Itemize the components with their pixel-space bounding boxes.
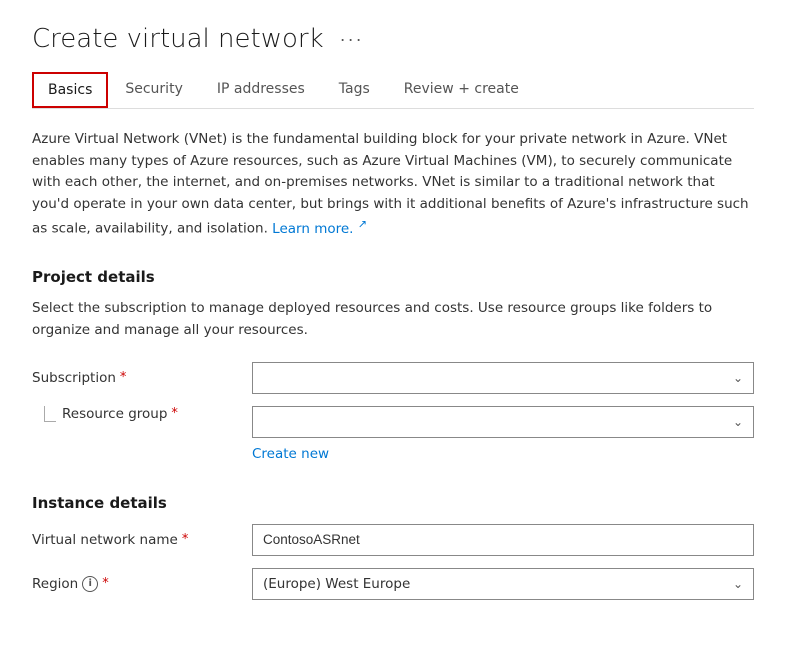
- subscription-required: *: [120, 370, 127, 385]
- create-new-link[interactable]: Create new: [252, 446, 329, 462]
- subscription-chevron-icon: ⌄: [733, 371, 743, 385]
- resource-group-required: *: [171, 406, 178, 421]
- tabs-bar: Basics Security IP addresses Tags Review…: [32, 70, 754, 109]
- subscription-row: Subscription * ⌄: [32, 362, 754, 394]
- subscription-label: Subscription *: [32, 370, 252, 386]
- tab-basics[interactable]: Basics: [32, 72, 108, 108]
- project-details-description: Select the subscription to manage deploy…: [32, 298, 752, 341]
- external-link-icon: ↗: [358, 217, 367, 230]
- tab-ip-addresses[interactable]: IP addresses: [200, 70, 322, 108]
- resource-group-dropdown[interactable]: ⌄: [252, 406, 754, 438]
- region-label: Region i *: [32, 576, 252, 592]
- instance-details-section: Instance details Virtual network name * …: [32, 494, 754, 600]
- subscription-control: ⌄: [252, 362, 754, 394]
- vnet-name-required: *: [182, 532, 189, 547]
- page-title: Create virtual network: [32, 24, 324, 54]
- vnet-name-label: Virtual network name *: [32, 532, 252, 548]
- region-chevron-icon: ⌄: [733, 577, 743, 591]
- region-row: Region i * (Europe) West Europe ⌄: [32, 568, 754, 600]
- tab-security[interactable]: Security: [108, 70, 200, 108]
- subscription-dropdown[interactable]: ⌄: [252, 362, 754, 394]
- vnet-name-row: Virtual network name *: [32, 524, 754, 556]
- region-control: (Europe) West Europe ⌄: [252, 568, 754, 600]
- tab-tags[interactable]: Tags: [322, 70, 387, 108]
- vnet-name-control: [252, 524, 754, 556]
- resource-group-label: Resource group *: [56, 406, 178, 422]
- project-details-title: Project details: [32, 268, 754, 286]
- project-details-section: Project details Select the subscription …: [32, 268, 754, 461]
- learn-more-link[interactable]: Learn more. ↗: [272, 221, 367, 237]
- resource-group-control: ⌄: [252, 406, 754, 438]
- region-dropdown[interactable]: (Europe) West Europe ⌄: [252, 568, 754, 600]
- resource-group-chevron-icon: ⌄: [733, 415, 743, 429]
- region-required: *: [102, 576, 109, 591]
- page-header: Create virtual network ···: [32, 24, 754, 54]
- region-value: (Europe) West Europe: [263, 576, 410, 592]
- ellipsis-button[interactable]: ···: [334, 27, 370, 52]
- intro-description: Azure Virtual Network (VNet) is the fund…: [32, 129, 752, 240]
- vnet-name-input[interactable]: [252, 524, 754, 556]
- instance-details-title: Instance details: [32, 494, 754, 512]
- tab-review-create[interactable]: Review + create: [387, 70, 536, 108]
- region-info-icon: i: [82, 576, 98, 592]
